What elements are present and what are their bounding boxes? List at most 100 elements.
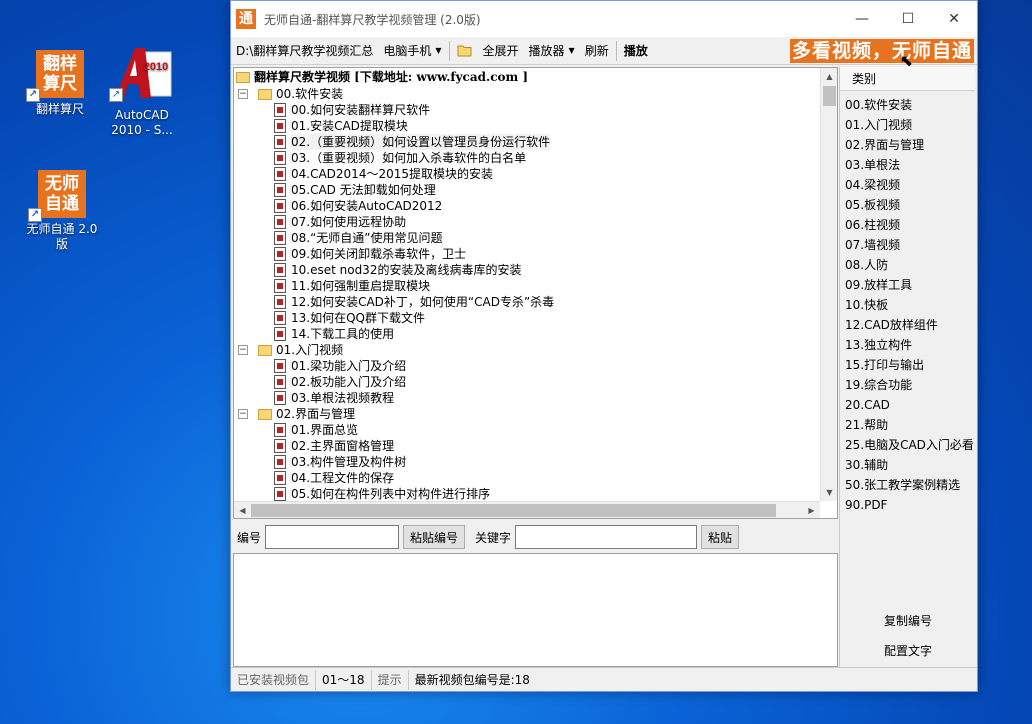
category-item[interactable]: 13.独立构件 xyxy=(840,335,975,355)
tree-video-item[interactable]: 13.如何在QQ群下载文件 xyxy=(234,310,820,326)
title-bar[interactable]: 通 无师自通-翻样算尺教学视频管理 (2.0版) — ☐ ✕ xyxy=(231,1,977,37)
tree-video-item[interactable]: 06.如何安装AutoCAD2012 xyxy=(234,198,820,214)
tree-video-item[interactable]: 08.“无师自通”使用常见问题 xyxy=(234,230,820,246)
close-button[interactable]: ✕ xyxy=(931,1,977,37)
keyword-input[interactable] xyxy=(515,525,698,549)
tree-video-item[interactable]: 10.eset nod32的安装及离线病毒库的安装 xyxy=(234,262,820,278)
scroll-right-icon[interactable]: ▶ xyxy=(803,502,820,519)
tree-video-item[interactable]: 00.如何安装翻样算尺软件 xyxy=(234,102,820,118)
scrollbar-thumb[interactable] xyxy=(251,504,776,517)
computer-phone-dropdown[interactable]: 电脑手机 ▼ xyxy=(378,39,446,63)
tree-video-item[interactable]: 01.安装CAD提取模块 xyxy=(234,118,820,134)
minimize-button[interactable]: — xyxy=(839,1,885,37)
horizontal-scrollbar[interactable]: ◀ ▶ xyxy=(234,501,820,518)
tree-group[interactable]: − 02.界面与管理 xyxy=(234,406,820,422)
caret-down-icon: ▼ xyxy=(435,46,442,55)
latest-package-text: 最新视频包编号是:18 xyxy=(414,672,530,687)
category-item[interactable]: 50.张工教学案例精选 xyxy=(840,475,975,495)
description-box[interactable] xyxy=(233,553,838,667)
tree-video-item[interactable]: 03.（重要视频）如何加入杀毒软件的白名单 xyxy=(234,150,820,166)
video-item-label: 14.下载工具的使用 xyxy=(291,327,395,341)
expand-all-button[interactable]: 全展开 xyxy=(478,39,524,63)
paste-button[interactable]: 粘贴 xyxy=(701,525,740,549)
tree-video-item[interactable]: 03.构件管理及构件树 xyxy=(234,454,820,470)
path-label[interactable]: D:\翻样算尺教学视频汇总 xyxy=(231,39,378,63)
scroll-down-icon[interactable]: ▼ xyxy=(821,484,838,501)
category-item[interactable]: 09.放样工具 xyxy=(840,275,975,295)
brand-banner[interactable]: 多看视频，无师自通 xyxy=(790,39,974,63)
tree-video-item[interactable]: 01.界面总览 xyxy=(234,422,820,438)
video-file-icon xyxy=(274,247,286,261)
tree-video-item[interactable]: 11.如何强制重启提取模块 xyxy=(234,278,820,294)
tree-video-item[interactable]: 01.梁功能入门及介绍 xyxy=(234,358,820,374)
video-item-label: 03.构件管理及构件树 xyxy=(291,455,407,469)
category-item[interactable]: 06.柱视频 xyxy=(840,215,975,235)
tree-video-item[interactable]: 05.如何在构件列表中对构件进行排序 xyxy=(234,486,820,501)
category-item[interactable]: 19.综合功能 xyxy=(840,375,975,395)
tree-video-item[interactable]: 04.CAD2014～2015提取模块的安装 xyxy=(234,166,820,182)
video-item-label: 04.工程文件的保存 xyxy=(291,471,395,485)
maximize-button[interactable]: ☐ xyxy=(885,1,931,37)
category-item[interactable]: 00.软件安装 xyxy=(840,95,975,115)
category-item[interactable]: 21.帮助 xyxy=(840,415,975,435)
category-item[interactable]: 01.入门视频 xyxy=(840,115,975,135)
collapse-toggle-icon[interactable]: − xyxy=(238,89,248,99)
category-item[interactable]: 03.单根法 xyxy=(840,155,975,175)
category-item[interactable]: 25.电脑及CAD入门必看 xyxy=(840,435,975,455)
video-file-icon xyxy=(274,359,286,373)
play-button[interactable]: 播放 xyxy=(619,39,653,63)
video-tree[interactable]: 翻样算尺教学视频 [下载地址: www.fycad.com ] − 00.软件安装… xyxy=(234,68,820,501)
collapse-toggle-icon[interactable]: − xyxy=(238,345,248,355)
player-dropdown[interactable]: 播放器 ▼ xyxy=(524,39,580,63)
tree-video-item[interactable]: 02.（重要视频）如何设置以管理员身份运行软件 xyxy=(234,134,820,150)
desktop-icon-autocad[interactable]: 2010 ↗ AutoCAD 2010 - S... xyxy=(104,42,180,138)
category-item[interactable]: 12.CAD放样组件 xyxy=(840,315,975,335)
category-item[interactable]: 90.PDF xyxy=(840,495,975,515)
tree-group[interactable]: − 00.软件安装 xyxy=(234,86,820,102)
config-text-button[interactable]: 配置文字 xyxy=(840,639,976,663)
paste-number-button[interactable]: 粘贴编号 xyxy=(403,525,466,549)
category-item[interactable]: 30.辅助 xyxy=(840,455,975,475)
category-item[interactable]: 07.墙视频 xyxy=(840,235,975,255)
folder-icon xyxy=(258,88,272,100)
tree-video-item[interactable]: 05.CAD 无法卸载如何处理 xyxy=(234,182,820,198)
video-item-label: 08.“无师自通”使用常见问题 xyxy=(291,231,443,245)
collapse-toggle-icon[interactable]: − xyxy=(238,409,248,419)
tree-video-item[interactable]: 14.下载工具的使用 xyxy=(234,326,820,342)
category-item[interactable]: 05.板视频 xyxy=(840,195,975,215)
app-icon: 通 xyxy=(236,9,256,29)
tree-video-item[interactable]: 04.工程文件的保存 xyxy=(234,470,820,486)
open-folder-button[interactable] xyxy=(452,39,478,63)
category-item[interactable]: 10.快板 xyxy=(840,295,975,315)
desktop-icon-fanyang[interactable]: 翻样 算尺 ↗ 翻样算尺 xyxy=(24,50,96,117)
tree-video-item[interactable]: 02.板功能入门及介绍 xyxy=(234,374,820,390)
shortcut-arrow-icon: ↗ xyxy=(26,88,40,102)
desktop-icon-wushi[interactable]: 无师 自通 ↗ 无师自通 2.0 版 xyxy=(24,170,100,252)
scrollbar-thumb[interactable] xyxy=(823,86,836,106)
category-item[interactable]: 08.人防 xyxy=(840,255,975,275)
tree-root[interactable]: 翻样算尺教学视频 [下载地址: www.fycad.com ] xyxy=(234,68,820,86)
category-item[interactable]: 04.梁视频 xyxy=(840,175,975,195)
tree-video-item[interactable]: 12.如何安装CAD补丁，如何使用“CAD专杀”杀毒 xyxy=(234,294,820,310)
number-input[interactable] xyxy=(265,525,400,549)
tree-video-item[interactable]: 07.如何使用远程协助 xyxy=(234,214,820,230)
video-item-label: 12.如何安装CAD补丁，如何使用“CAD专杀”杀毒 xyxy=(291,295,555,309)
video-item-label: 01.界面总览 xyxy=(291,423,359,437)
tree-group[interactable]: − 01.入门视频 xyxy=(234,342,820,358)
video-item-label: 10.eset nod32的安装及离线病毒库的安装 xyxy=(291,263,522,277)
refresh-button[interactable]: 刷新 xyxy=(580,39,614,63)
category-item[interactable]: 15.打印与输出 xyxy=(840,355,975,375)
tree-video-item[interactable]: 03.单根法视频教程 xyxy=(234,390,820,406)
tree-group-label: 02.界面与管理 xyxy=(276,407,356,421)
copy-number-button[interactable]: 复制编号 xyxy=(840,609,976,633)
vertical-scrollbar[interactable]: ▲ ▼ xyxy=(820,68,837,501)
video-file-icon xyxy=(274,391,286,405)
scroll-left-icon[interactable]: ◀ xyxy=(234,502,251,519)
category-item[interactable]: 02.界面与管理 xyxy=(840,135,975,155)
category-item[interactable]: 20.CAD xyxy=(840,395,975,415)
installed-label: 已安装视频包 xyxy=(231,669,317,690)
tree-video-item[interactable]: 02.主界面窗格管理 xyxy=(234,438,820,454)
scroll-up-icon[interactable]: ▲ xyxy=(821,68,838,85)
hint-label: 提示 xyxy=(372,669,409,690)
tree-video-item[interactable]: 09.如何关闭卸载杀毒软件，卫士 xyxy=(234,246,820,262)
